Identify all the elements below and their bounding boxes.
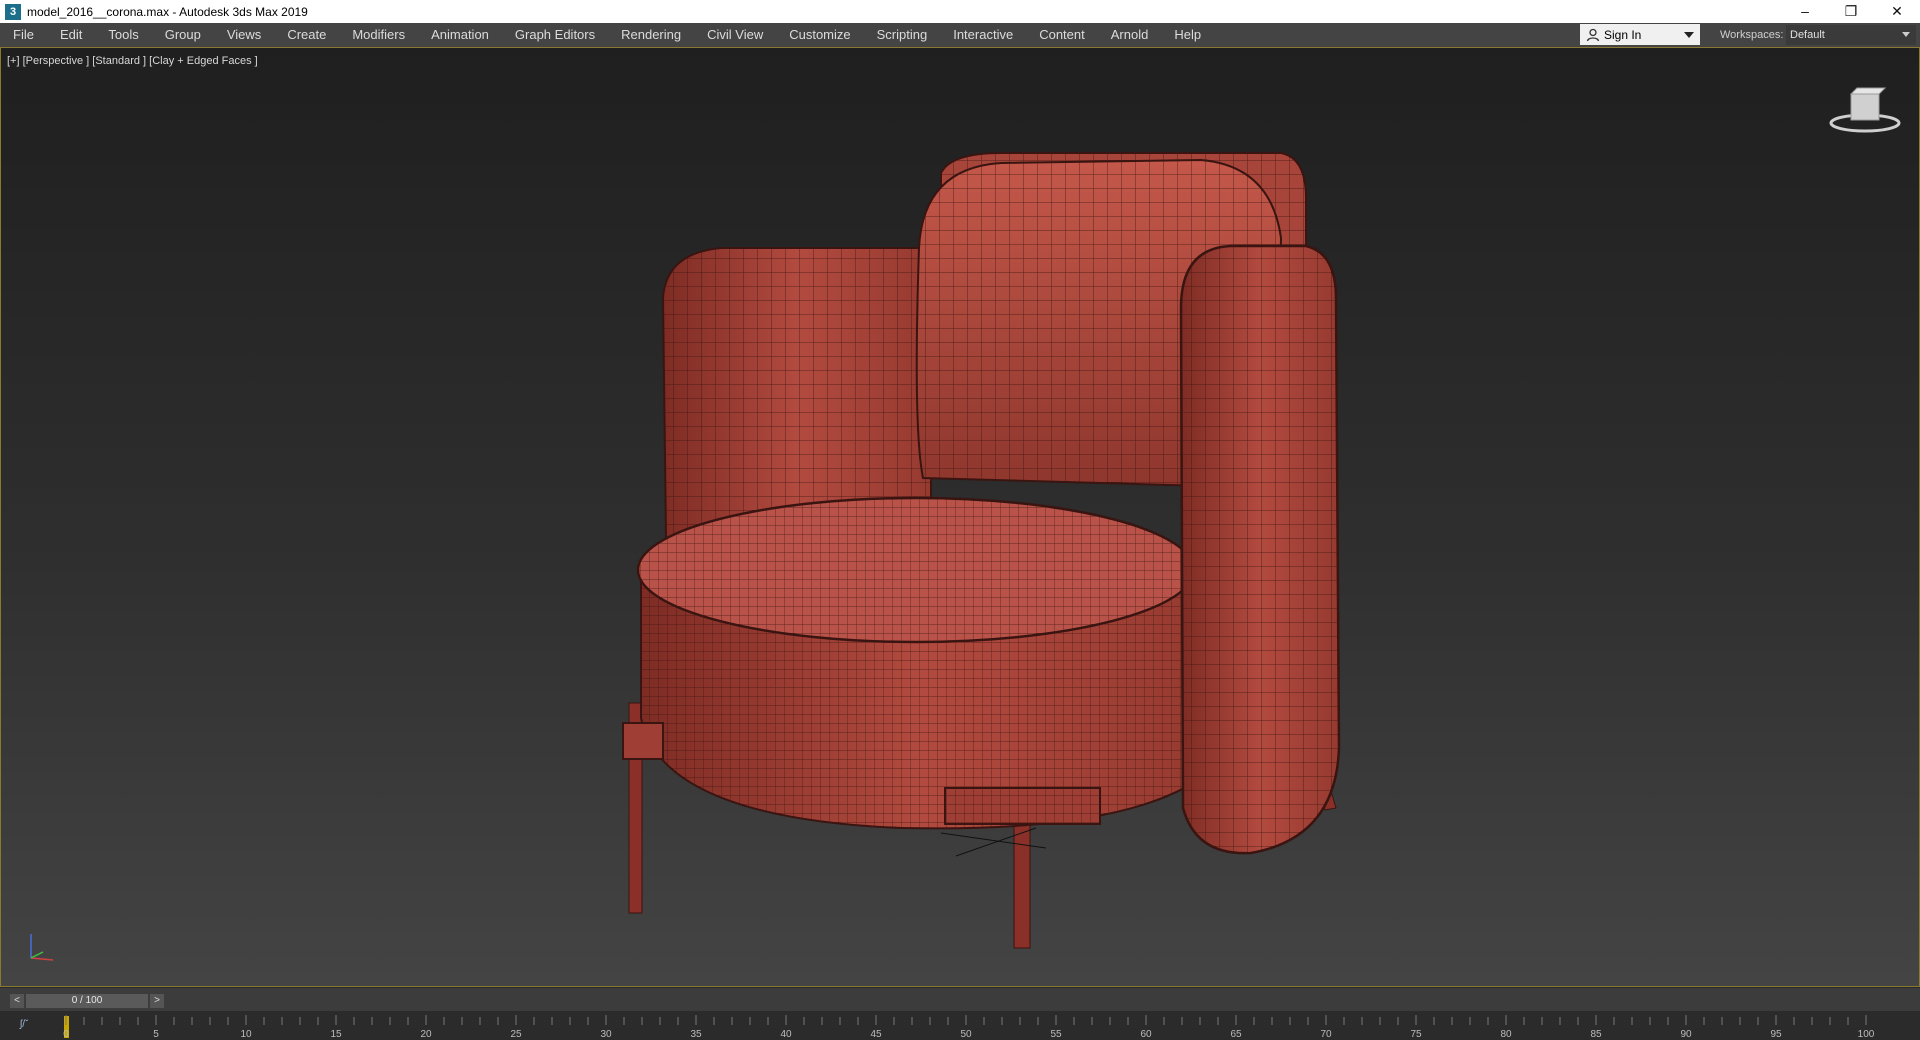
menu-views[interactable]: Views bbox=[214, 23, 274, 47]
workspace-select[interactable]: Default bbox=[1786, 25, 1916, 45]
perspective-viewport[interactable]: [+] [Perspective ] [Standard ] [Clay + E… bbox=[0, 47, 1920, 987]
tick-label: 70 bbox=[1320, 1029, 1332, 1040]
menu-content[interactable]: Content bbox=[1026, 23, 1098, 47]
minimize-button[interactable]: – bbox=[1782, 0, 1828, 23]
restore-button[interactable]: ❐ bbox=[1828, 0, 1874, 23]
app-icon[interactable]: 3 bbox=[5, 3, 21, 20]
viewcube-icon[interactable] bbox=[1827, 80, 1903, 136]
user-icon bbox=[1586, 28, 1600, 41]
menu-graph-editors[interactable]: Graph Editors bbox=[502, 23, 608, 47]
prev-frame-button[interactable]: < bbox=[10, 994, 24, 1008]
menu-help[interactable]: Help bbox=[1161, 23, 1214, 47]
tick-label: 30 bbox=[600, 1029, 612, 1040]
trackbar[interactable]: ʃ/ˇ 0 5 10 15 20 25 30 35 40 45 50 55 60 65 70 75 80 85 90… bbox=[0, 1011, 1920, 1040]
tick-label: 10 bbox=[240, 1029, 252, 1040]
tick-label: 45 bbox=[870, 1029, 882, 1040]
sign-in-dropdown[interactable]: Sign In bbox=[1580, 24, 1700, 45]
tick-label: 65 bbox=[1230, 1029, 1242, 1040]
tick-label: 50 bbox=[960, 1029, 972, 1040]
tick-label: 5 bbox=[153, 1029, 159, 1040]
workspaces-label: Workspaces: bbox=[1720, 29, 1784, 41]
window-title: model_2016__corona.max - Autodesk 3ds Ma… bbox=[27, 4, 308, 19]
chair-base-ring bbox=[622, 722, 664, 760]
menu-modifiers[interactable]: Modifiers bbox=[339, 23, 418, 47]
menu-rendering[interactable]: Rendering bbox=[608, 23, 694, 47]
workspace-value: Default bbox=[1790, 29, 1825, 41]
menu-create[interactable]: Create bbox=[274, 23, 339, 47]
tick-label: 75 bbox=[1410, 1029, 1422, 1040]
tick-label: 15 bbox=[330, 1029, 342, 1040]
tick-label: 25 bbox=[510, 1029, 522, 1040]
tick-label: 95 bbox=[1770, 1029, 1782, 1040]
menu-group[interactable]: Group bbox=[152, 23, 214, 47]
menu-civil-view[interactable]: Civil View bbox=[694, 23, 776, 47]
chevron-down-icon bbox=[1902, 32, 1910, 37]
tick-label: 90 bbox=[1680, 1029, 1692, 1040]
tick-label: 60 bbox=[1140, 1029, 1152, 1040]
chevron-down-icon bbox=[1684, 32, 1694, 38]
menu-customize[interactable]: Customize bbox=[776, 23, 863, 47]
tick-label: 40 bbox=[780, 1029, 792, 1040]
tick-label: 20 bbox=[420, 1029, 432, 1040]
tick-label: 35 bbox=[690, 1029, 702, 1040]
next-frame-button[interactable]: > bbox=[150, 994, 164, 1008]
menu-scripting[interactable]: Scripting bbox=[864, 23, 941, 47]
sign-in-label: Sign In bbox=[1604, 27, 1642, 42]
chair-model[interactable] bbox=[1, 48, 1920, 987]
tick-label: 80 bbox=[1500, 1029, 1512, 1040]
menu-file[interactable]: File bbox=[0, 23, 47, 47]
time-slider-bar: < 0 / 100 > bbox=[0, 987, 1920, 1012]
menu-bar: File Edit Tools Group Views Create Modif… bbox=[0, 23, 1920, 47]
tick-label: 0 bbox=[63, 1029, 69, 1040]
menu-edit[interactable]: Edit bbox=[47, 23, 95, 47]
menu-tools[interactable]: Tools bbox=[95, 23, 151, 47]
tick-label: 55 bbox=[1050, 1029, 1062, 1040]
menu-arnold[interactable]: Arnold bbox=[1098, 23, 1162, 47]
close-button[interactable]: ✕ bbox=[1874, 0, 1920, 23]
time-slider[interactable]: 0 / 100 bbox=[26, 994, 148, 1008]
menu-animation[interactable]: Animation bbox=[418, 23, 502, 47]
tick-label: 85 bbox=[1590, 1029, 1602, 1040]
tick-label: 100 bbox=[1858, 1029, 1875, 1040]
title-bar: 3 model_2016__corona.max - Autodesk 3ds … bbox=[0, 0, 1920, 23]
axis-tripod-icon bbox=[30, 934, 54, 961]
window-controls: – ❐ ✕ bbox=[1782, 0, 1920, 23]
trackbar-ticks: 0 5 10 15 20 25 30 35 40 45 50 55 60 65 70 75 80 85 90 95 10… bbox=[63, 1015, 1875, 1040]
menu-interactive[interactable]: Interactive bbox=[940, 23, 1026, 47]
